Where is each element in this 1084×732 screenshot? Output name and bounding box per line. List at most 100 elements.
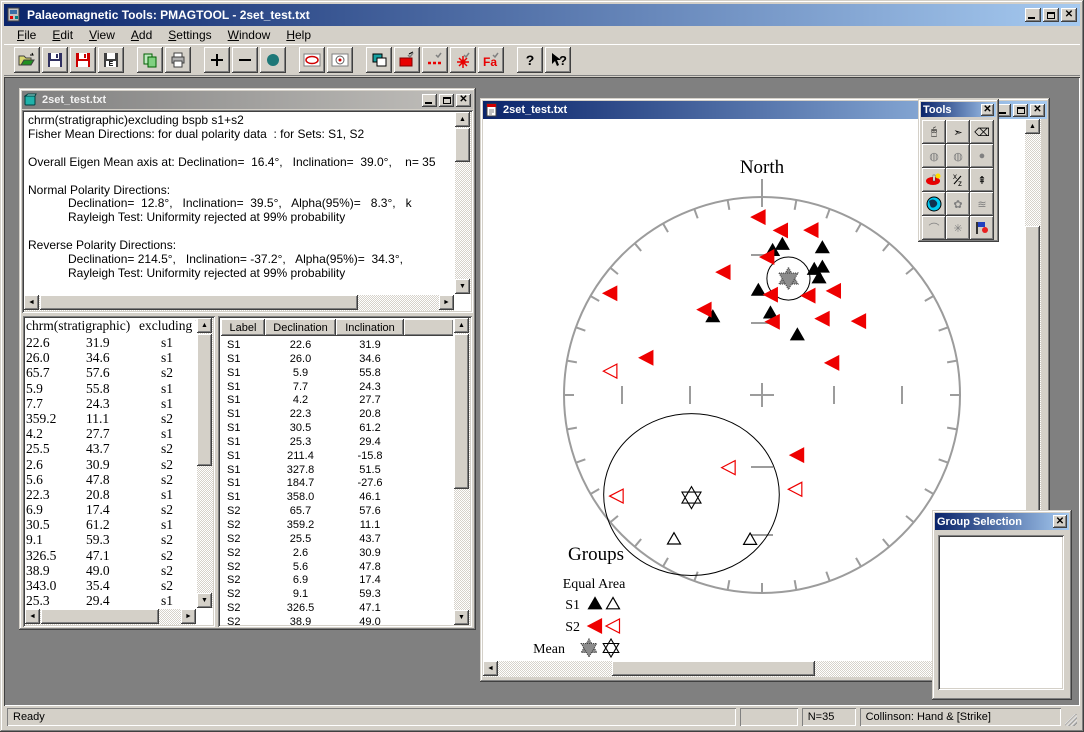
circle-button[interactable]: [260, 47, 286, 73]
scroll-up-icon[interactable]: ▲: [454, 318, 469, 333]
grid-row[interactable]: S14.227.7: [221, 394, 453, 408]
grid-row[interactable]: S1358.046.1: [221, 491, 453, 505]
grid-row[interactable]: S130.561.2: [221, 422, 453, 436]
grid-row[interactable]: S126.034.6: [221, 353, 453, 367]
results-text[interactable]: chrm(stratigraphic)excluding bspb s1+s2F…: [24, 112, 454, 294]
app-titlebar[interactable]: Palaeomagnetic Tools: PMAGTOOL - 2set_te…: [4, 4, 1080, 26]
print-button[interactable]: [165, 47, 191, 73]
data-list-vscrollbar[interactable]: ▲ ▼: [197, 318, 213, 608]
group-selection-titlebar[interactable]: Group Selection ✕: [935, 513, 1069, 530]
grid-row[interactable]: S1327.851.5: [221, 464, 453, 478]
help-button[interactable]: ?: [517, 47, 543, 73]
grid-row[interactable]: S29.159.3: [221, 588, 453, 602]
open-button[interactable]: [14, 47, 40, 73]
results-close-button[interactable]: ✕: [456, 94, 471, 107]
rotate-ellipse-tool[interactable]: [922, 168, 946, 192]
branch-arrows-tool[interactable]: ⇞: [970, 168, 994, 192]
menu-file[interactable]: File: [10, 27, 43, 43]
results-vscroll-thumb[interactable]: [455, 128, 470, 162]
fill-style-button[interactable]: [394, 47, 420, 73]
results-maximize-button[interactable]: [439, 94, 454, 107]
context-help-button[interactable]: ?: [545, 47, 571, 73]
grid-row[interactable]: S26.917.4: [221, 574, 453, 588]
menu-window[interactable]: Window: [221, 27, 278, 43]
scroll-left-icon[interactable]: ◄: [483, 661, 498, 676]
font-style-button[interactable]: Fa: [478, 47, 504, 73]
line-style-button[interactable]: [422, 47, 448, 73]
grid-vscrollbar[interactable]: ▲ ▼: [454, 318, 470, 625]
scroll-left-icon[interactable]: ◄: [24, 295, 39, 310]
grid-column-header[interactable]: Inclination: [336, 319, 404, 336]
flag-tool[interactable]: [970, 216, 994, 240]
results-hscroll-thumb[interactable]: [40, 295, 358, 310]
scroll-down-icon[interactable]: ▼: [197, 593, 212, 608]
grid-row[interactable]: S122.631.9: [221, 339, 453, 353]
scroll-left-icon[interactable]: ◄: [25, 609, 40, 624]
globe-tool[interactable]: [922, 192, 946, 216]
cascade-button[interactable]: [366, 47, 392, 73]
zoom-out-button[interactable]: [232, 47, 258, 73]
scroll-up-icon[interactable]: ▲: [197, 318, 212, 333]
grid-row[interactable]: S22.630.9: [221, 547, 453, 561]
ellipse-button[interactable]: [299, 47, 325, 73]
fraction-tool[interactable]: xz: [946, 168, 970, 192]
grid-row[interactable]: S15.955.8: [221, 367, 453, 381]
data-list-hscroll-thumb[interactable]: [41, 609, 159, 624]
grid-vscroll-thumb[interactable]: [454, 334, 469, 489]
data-list-hscrollbar[interactable]: ◄ ►: [25, 609, 196, 625]
tools-close-button[interactable]: ✕: [981, 104, 994, 116]
symbol-style-button[interactable]: [450, 47, 476, 73]
scroll-right-icon[interactable]: ►: [181, 609, 196, 624]
grid-column-header[interactable]: Label: [221, 319, 265, 336]
grid-row[interactable]: S125.329.4: [221, 436, 453, 450]
tools-titlebar[interactable]: Tools ✕: [921, 102, 996, 117]
save-export-button[interactable]: E: [98, 47, 124, 73]
maximize-button[interactable]: [1043, 8, 1059, 22]
stereonet-solid-tool: ●: [970, 144, 994, 168]
scroll-down-icon[interactable]: ▼: [455, 279, 470, 294]
grid-row[interactable]: S1211.4-15.8: [221, 450, 453, 464]
plot-hscroll-thumb[interactable]: [612, 661, 815, 676]
results-hscrollbar[interactable]: ◄ ►: [24, 295, 454, 311]
s2-point: [760, 250, 774, 264]
results-minimize-button[interactable]: [422, 94, 437, 107]
grid-row[interactable]: S238.949.0: [221, 616, 453, 625]
group-selection-list[interactable]: [938, 535, 1064, 690]
grid-row[interactable]: S122.320.8: [221, 408, 453, 422]
mouse-tool[interactable]: 🖰: [922, 120, 946, 144]
copy-button[interactable]: [137, 47, 163, 73]
grid-row[interactable]: S225.543.7: [221, 533, 453, 547]
close-button[interactable]: ✕: [1061, 8, 1077, 22]
save-red-button[interactable]: [70, 47, 96, 73]
grid-row[interactable]: S17.724.3: [221, 381, 453, 395]
menu-add[interactable]: Add: [124, 27, 159, 43]
plot-maximize-button[interactable]: [1013, 104, 1028, 117]
eraser-tool[interactable]: ⌫: [970, 120, 994, 144]
scroll-up-icon[interactable]: ▲: [455, 112, 470, 127]
grid-column-header[interactable]: [404, 319, 453, 336]
results-window-titlebar[interactable]: 2set_test.txt ✕: [22, 91, 473, 109]
menu-settings[interactable]: Settings: [161, 27, 218, 43]
results-vscrollbar[interactable]: ▲ ▼: [455, 112, 471, 294]
grid-row[interactable]: S25.647.8: [221, 561, 453, 575]
scroll-down-icon[interactable]: ▼: [454, 610, 469, 625]
save-button[interactable]: [42, 47, 68, 73]
grid-column-header[interactable]: Declination: [265, 319, 336, 336]
circle-dot-button[interactable]: [327, 47, 353, 73]
grid-row[interactable]: S2326.547.1: [221, 602, 453, 616]
plot-close-button[interactable]: ✕: [1030, 104, 1045, 117]
menu-edit[interactable]: Edit: [45, 27, 80, 43]
menu-view[interactable]: View: [82, 27, 122, 43]
pointer-tool[interactable]: ➣: [946, 120, 970, 144]
minimize-button[interactable]: [1025, 8, 1041, 22]
data-list-vscroll-thumb[interactable]: [197, 334, 212, 466]
scroll-right-icon[interactable]: ►: [439, 295, 454, 310]
resize-grip[interactable]: [1065, 714, 1077, 726]
menu-help[interactable]: Help: [279, 27, 318, 43]
grid-row[interactable]: S1184.7-27.6: [221, 477, 453, 491]
grid-row[interactable]: S2359.211.1: [221, 519, 453, 533]
zoom-in-button[interactable]: [204, 47, 230, 73]
grid-row[interactable]: S265.757.6: [221, 505, 453, 519]
group-selection-close-button[interactable]: ✕: [1053, 515, 1067, 528]
scroll-up-icon[interactable]: ▲: [1025, 119, 1040, 134]
